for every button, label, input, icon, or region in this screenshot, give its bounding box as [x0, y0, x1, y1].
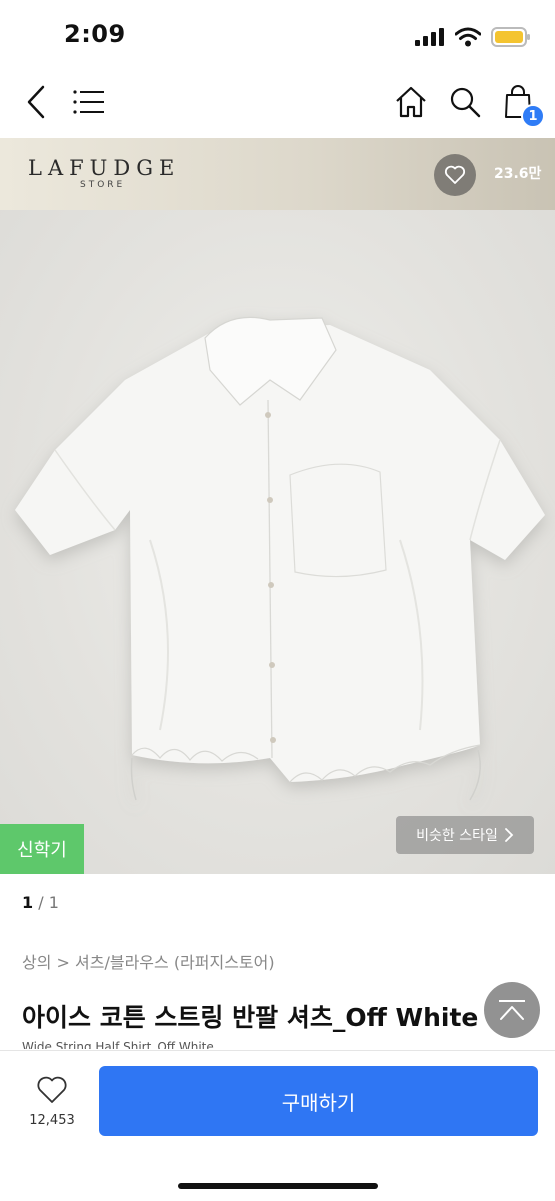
product-title: 아이스 코튼 스트링 반팔 셔츠_Off White [22, 1003, 479, 1032]
product-subtitle: Wide String Half Shirt_Off White [22, 1040, 214, 1049]
signal-icon [415, 28, 444, 46]
home-button[interactable] [392, 82, 430, 122]
category-breadcrumb[interactable]: 상의 > 셔츠/블라우스 (라퍼지스토어) [22, 949, 275, 973]
scroll-to-top-button[interactable] [484, 982, 540, 1038]
arrow-up-icon [499, 1000, 525, 1020]
bottom-action-bar: 12,453 구매하기 [0, 1050, 555, 1201]
store-banner[interactable]: LAFUDGE STORE 23.6만 [0, 138, 555, 210]
pager-total: 1 [48, 893, 59, 912]
heart-icon [444, 165, 466, 184]
pager-separator: / [38, 893, 49, 912]
chevron-right-icon [504, 828, 514, 842]
wishlist-count: 12,453 [29, 1113, 75, 1128]
status-time: 2:09 [64, 20, 126, 48]
new-semester-badge: 신학기 [0, 824, 84, 874]
hamburger-menu-icon [73, 90, 104, 114]
pager-current: 1 [22, 893, 34, 912]
store-like-count: 23.6만 [494, 166, 542, 182]
similar-style-button[interactable]: 비슷한 스타일 [396, 816, 534, 854]
menu-button[interactable] [70, 84, 108, 120]
cart-count-badge: 1 [521, 104, 545, 128]
back-button[interactable] [18, 82, 54, 122]
battery-icon [491, 27, 530, 47]
buy-button[interactable]: 구매하기 [99, 1066, 538, 1136]
wifi-icon [455, 27, 481, 47]
image-pager: 1 / 1 [22, 893, 59, 912]
search-button[interactable] [446, 82, 484, 122]
search-icon [450, 87, 481, 118]
home-indicator [178, 1183, 378, 1189]
heart-icon [37, 1076, 67, 1103]
status-icons [415, 24, 531, 50]
home-icon [396, 86, 426, 118]
similar-style-label: 비슷한 스타일 [416, 828, 498, 844]
shirt-illustration [15, 316, 545, 801]
store-logo-sub: STORE [80, 180, 126, 190]
chevron-left-icon [27, 85, 45, 119]
store-like-button[interactable] [434, 154, 476, 196]
store-logo-name: LAFUDGE [28, 156, 181, 180]
product-image[interactable]: 신학기 비슷한 스타일 [0, 210, 555, 874]
wishlist-button[interactable]: 12,453 [18, 1075, 86, 1128]
